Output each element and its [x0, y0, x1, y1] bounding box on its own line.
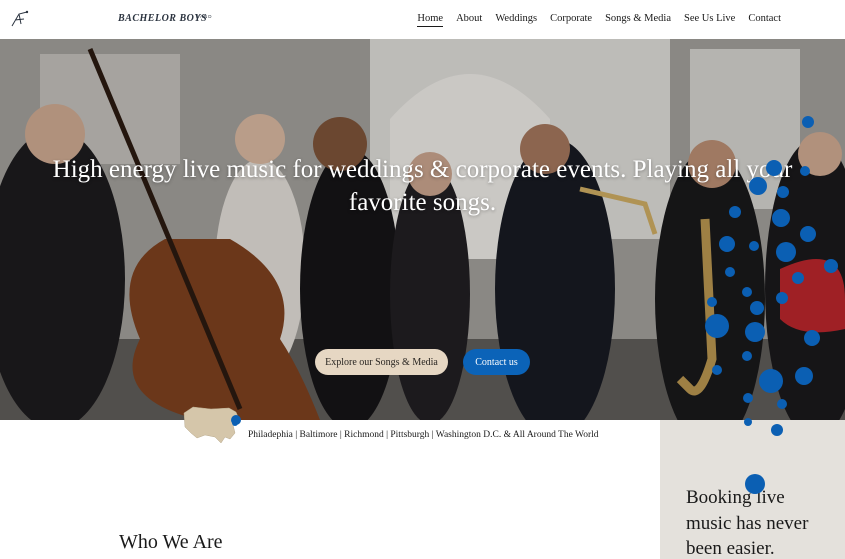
- nav-weddings[interactable]: Weddings: [495, 13, 537, 27]
- nav-about[interactable]: About: [456, 13, 482, 27]
- hero-section: High energy live music for weddings & co…: [0, 39, 845, 420]
- brand-subtitle: BAND: [196, 14, 213, 19]
- nav-corporate[interactable]: Corporate: [550, 13, 592, 27]
- usa-map-icon: [183, 406, 240, 444]
- locations-text: Philadephia | Baltimore | Richmond | Pit…: [248, 430, 599, 440]
- who-we-are-heading: Who We Are: [119, 531, 223, 553]
- site-header: BACHELOR BOYS BAND Home About Weddings C…: [0, 0, 845, 39]
- logo-icon[interactable]: [9, 8, 31, 30]
- nav-songs-media[interactable]: Songs & Media: [605, 13, 671, 27]
- brand-name[interactable]: BACHELOR BOYS: [118, 13, 207, 24]
- nav-contact[interactable]: Contact: [748, 13, 781, 27]
- nav-home[interactable]: Home: [417, 13, 444, 27]
- booking-text: Booking live music has never been easier…: [686, 487, 809, 559]
- main-nav: Home About Weddings Corporate Songs & Me…: [417, 13, 781, 27]
- explore-songs-media-button[interactable]: Explore our Songs & Media: [315, 349, 448, 375]
- nav-see-us-live[interactable]: See Us Live: [684, 13, 735, 27]
- contact-us-button[interactable]: Contact us: [463, 349, 530, 375]
- hero-headline: High energy live music for weddings & co…: [52, 156, 793, 216]
- booking-panel: Booking live music has never been easier…: [660, 420, 845, 559]
